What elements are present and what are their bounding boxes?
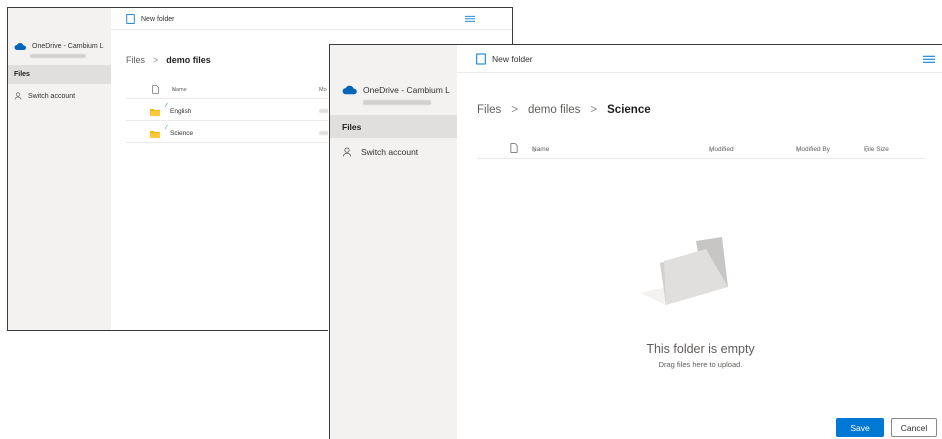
file-type-icon xyxy=(152,85,159,94)
onedrive-cloud-icon xyxy=(342,85,357,95)
breadcrumb-files[interactable]: Files xyxy=(126,55,145,65)
menu-lines-icon[interactable] xyxy=(923,55,935,64)
person-icon xyxy=(342,147,352,157)
cancel-button[interactable]: Cancel xyxy=(891,418,937,437)
empty-state-title: This folder is empty xyxy=(646,342,755,356)
sidebar-item-switch-account[interactable]: Switch account xyxy=(14,92,75,100)
modified-blurred xyxy=(319,131,329,135)
new-folder-icon xyxy=(476,53,486,65)
file-type-icon xyxy=(510,143,518,153)
sidebar-item-files[interactable]: Files xyxy=(8,65,111,84)
new-folder-button[interactable]: New folder xyxy=(126,14,174,24)
breadcrumb-separator: > xyxy=(153,55,159,65)
breadcrumb-current: demo files xyxy=(166,55,211,65)
sidebar: OneDrive - Cambium L Files Switch accoun… xyxy=(8,8,111,330)
onedrive-picker-window-front: OneDrive - Cambium L Files Switch accoun… xyxy=(329,44,942,439)
chevron-down-icon: ∨ xyxy=(796,147,801,154)
list-header: Name ∨ Modified ∨ Modified By ∨ File Siz… xyxy=(477,143,925,159)
column-modified-by-label: Modified By xyxy=(796,146,830,153)
folder-icon xyxy=(150,131,160,138)
breadcrumb-demo-files[interactable]: demo files xyxy=(528,104,580,116)
column-modified[interactable]: Mo xyxy=(319,87,327,93)
account-item[interactable]: OneDrive - Cambium L xyxy=(14,42,111,51)
empty-folder-illustration xyxy=(640,237,728,305)
folder-icon xyxy=(150,109,160,116)
item-name: English xyxy=(170,108,192,115)
onedrive-cloud-icon xyxy=(14,43,27,50)
sidebar-item-switch-account[interactable]: Switch account xyxy=(342,147,418,157)
new-folder-icon xyxy=(126,14,135,24)
modified-blurred xyxy=(319,109,329,113)
breadcrumb-separator: > xyxy=(511,104,518,116)
sidebar-item-label: Files xyxy=(14,71,30,78)
command-bar: New folder xyxy=(457,45,942,73)
breadcrumb: Files > demo files xyxy=(126,55,211,65)
new-folder-label: New folder xyxy=(492,54,533,64)
save-button[interactable]: Save xyxy=(836,418,884,437)
account-email-blurred xyxy=(30,54,86,58)
sidebar: OneDrive - Cambium L Files Switch accoun… xyxy=(330,45,457,439)
breadcrumb-separator: > xyxy=(590,104,598,116)
account-item[interactable]: OneDrive - Cambium L xyxy=(342,85,457,95)
empty-state-subtitle: Drag files here to upload. xyxy=(658,360,743,369)
sidebar-item-label: Switch account xyxy=(361,147,419,157)
chevron-down-icon: ∨ xyxy=(532,147,537,154)
person-icon xyxy=(14,92,22,100)
account-email-blurred xyxy=(363,100,431,105)
account-name: OneDrive - Cambium L xyxy=(363,85,450,95)
command-bar: New folder xyxy=(111,8,512,30)
breadcrumb-current: Science xyxy=(607,104,651,116)
sidebar-item-files[interactable]: Files xyxy=(330,115,457,138)
account-name: OneDrive - Cambium L xyxy=(32,43,104,50)
menu-lines-icon[interactable] xyxy=(465,15,475,23)
breadcrumb: Files > demo files > Science xyxy=(477,104,651,116)
new-folder-button[interactable]: New folder xyxy=(476,53,533,65)
item-name: Science xyxy=(170,130,194,137)
sync-icon: ⁄ xyxy=(166,103,168,109)
chevron-down-icon: ∨ xyxy=(172,87,177,93)
new-folder-label: New folder xyxy=(141,15,175,23)
sync-icon: ⁄ xyxy=(166,125,168,131)
chevron-down-icon: ∨ xyxy=(864,147,869,154)
sidebar-item-label: Switch account xyxy=(28,92,76,100)
sidebar-item-label: Files xyxy=(342,122,362,132)
chevron-down-icon: ∨ xyxy=(709,147,714,154)
breadcrumb-files[interactable]: Files xyxy=(477,104,501,116)
